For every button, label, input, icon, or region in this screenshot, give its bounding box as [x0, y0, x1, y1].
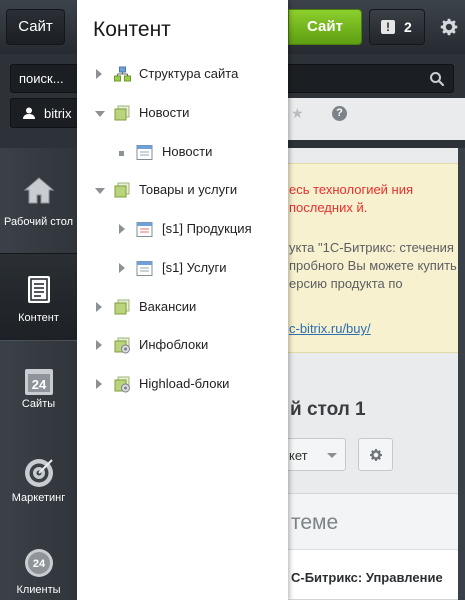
tree-item-products-section[interactable]: Товары и услуги — [77, 181, 288, 201]
tree-item-label: [s1] Продукция — [162, 221, 252, 236]
notifications-count: 2 — [404, 19, 412, 35]
panel-title: Контент — [93, 18, 171, 41]
section-icon — [114, 299, 130, 315]
tree-item-news-section[interactable]: Новости — [77, 104, 288, 124]
calendar-24-icon: 24 — [25, 369, 53, 395]
site-structure-icon — [114, 66, 131, 82]
clients-number: 24 — [33, 558, 46, 570]
widget-title: теме — [291, 511, 339, 534]
gear-icon[interactable] — [438, 16, 460, 38]
sidebar-item-desktop[interactable]: Рабочий стол — [0, 156, 77, 244]
document-icon — [28, 276, 50, 303]
expand-arrow-icon[interactable] — [119, 224, 125, 234]
notification-icon: ! — [381, 20, 395, 34]
tree-item-label: [s1] Услуги — [162, 260, 227, 275]
desktop-title: й стол 1 — [290, 399, 366, 420]
help-icon[interactable]: ? — [332, 106, 347, 121]
section-icon — [114, 182, 130, 198]
widget-text: С-Битрикс: Управление — [291, 570, 443, 585]
expand-arrow-icon[interactable] — [119, 263, 125, 273]
desktop-settings-button[interactable] — [358, 438, 393, 471]
site-button[interactable]: Сайт — [6, 9, 65, 45]
license-notice: есь технологией ния последних й. укта "1… — [270, 163, 460, 353]
tree-item-infoblocks[interactable]: Инфоблоки — [77, 336, 288, 356]
notice-info-text: укта "1С-Битрикс: стечения пробного Вы м… — [289, 240, 457, 291]
notice-warning-text: есь технологией ния последних й. — [289, 182, 414, 215]
list-icon — [136, 222, 153, 237]
iblock-icon — [114, 376, 130, 393]
user-name: bitrix — [44, 106, 72, 121]
tree-item-services[interactable]: [s1] Услуги — [77, 259, 288, 279]
sidebar-item-clients[interactable]: 24 Клиенты — [0, 528, 77, 600]
toolbar-strip — [288, 98, 465, 140]
house-icon — [23, 177, 55, 204]
search-input-value: поиск... — [19, 71, 64, 86]
list-icon — [136, 261, 153, 276]
sidebar-item-label: Маркетинг — [11, 492, 66, 504]
list-icon — [136, 145, 153, 160]
right-edge — [458, 148, 465, 600]
sidebar-item-label: Сайты — [21, 398, 56, 410]
tree-item-site-structure[interactable]: Структура сайта — [77, 65, 288, 85]
user-icon — [23, 107, 35, 119]
sidebar-item-content[interactable]: Контент — [0, 253, 77, 341]
iblock-icon — [114, 337, 130, 354]
admin-sidebar: Рабочий стол Контент 24 Сайты Маркетинг — [0, 148, 77, 600]
widget-header: теме — [271, 494, 459, 550]
site-button-active[interactable]: Сайт — [288, 9, 362, 45]
expand-arrow-icon[interactable] — [96, 379, 102, 389]
sidebar-item-label: Рабочий стол — [3, 216, 74, 228]
notifications-button[interactable]: ! 2 — [369, 9, 425, 45]
chevron-down-icon — [327, 453, 337, 458]
search-icon[interactable] — [429, 71, 445, 87]
tree-item-products[interactable]: [s1] Продукция — [77, 220, 288, 240]
tree-item-highload[interactable]: Highload-блоки — [77, 375, 288, 395]
user-button[interactable]: bitrix — [10, 98, 80, 128]
content-panel: Контент Структура сайта Новости Новости — [77, 0, 288, 600]
sidebar-item-sites[interactable]: 24 Сайты — [0, 346, 77, 434]
tree-item-label: Товары и услуги — [139, 182, 238, 197]
collapse-arrow-icon[interactable] — [95, 111, 105, 117]
buy-link[interactable]: c-bitrix.ru/buy/ — [289, 320, 371, 338]
system-widget: теме С-Битрикс: Управление — [270, 493, 460, 600]
expand-arrow-icon[interactable] — [96, 340, 102, 350]
pin-icon[interactable]: ★ — [291, 105, 307, 121]
tree-item-label: Новости — [162, 144, 213, 159]
bullet-icon — [119, 151, 124, 156]
section-icon — [114, 105, 130, 121]
tree-item-label: Вакансии — [139, 299, 197, 314]
tree-item-vacancies[interactable]: Вакансии — [77, 298, 288, 318]
collapse-arrow-icon[interactable] — [95, 188, 105, 194]
target-icon — [25, 459, 53, 487]
tree-item-label: Инфоблоки — [139, 337, 209, 352]
sidebar-item-label: Клиенты — [16, 584, 61, 596]
tree-item-label: Новости — [139, 105, 190, 120]
tree-item-news-list[interactable]: Новости — [77, 143, 288, 163]
calendar-number: 24 — [32, 377, 47, 392]
clock-24-icon: 24 — [25, 549, 53, 577]
sidebar-item-marketing[interactable]: Маркетинг — [0, 438, 77, 526]
desktop-select-value: кет — [289, 448, 308, 463]
tree-item-label: Highload-блоки — [139, 376, 230, 391]
expand-arrow-icon[interactable] — [96, 302, 102, 312]
gear-icon — [370, 449, 382, 461]
expand-arrow-icon[interactable] — [96, 69, 102, 79]
tree-item-label: Структура сайта — [139, 66, 239, 81]
sidebar-item-label: Контент — [18, 312, 59, 324]
